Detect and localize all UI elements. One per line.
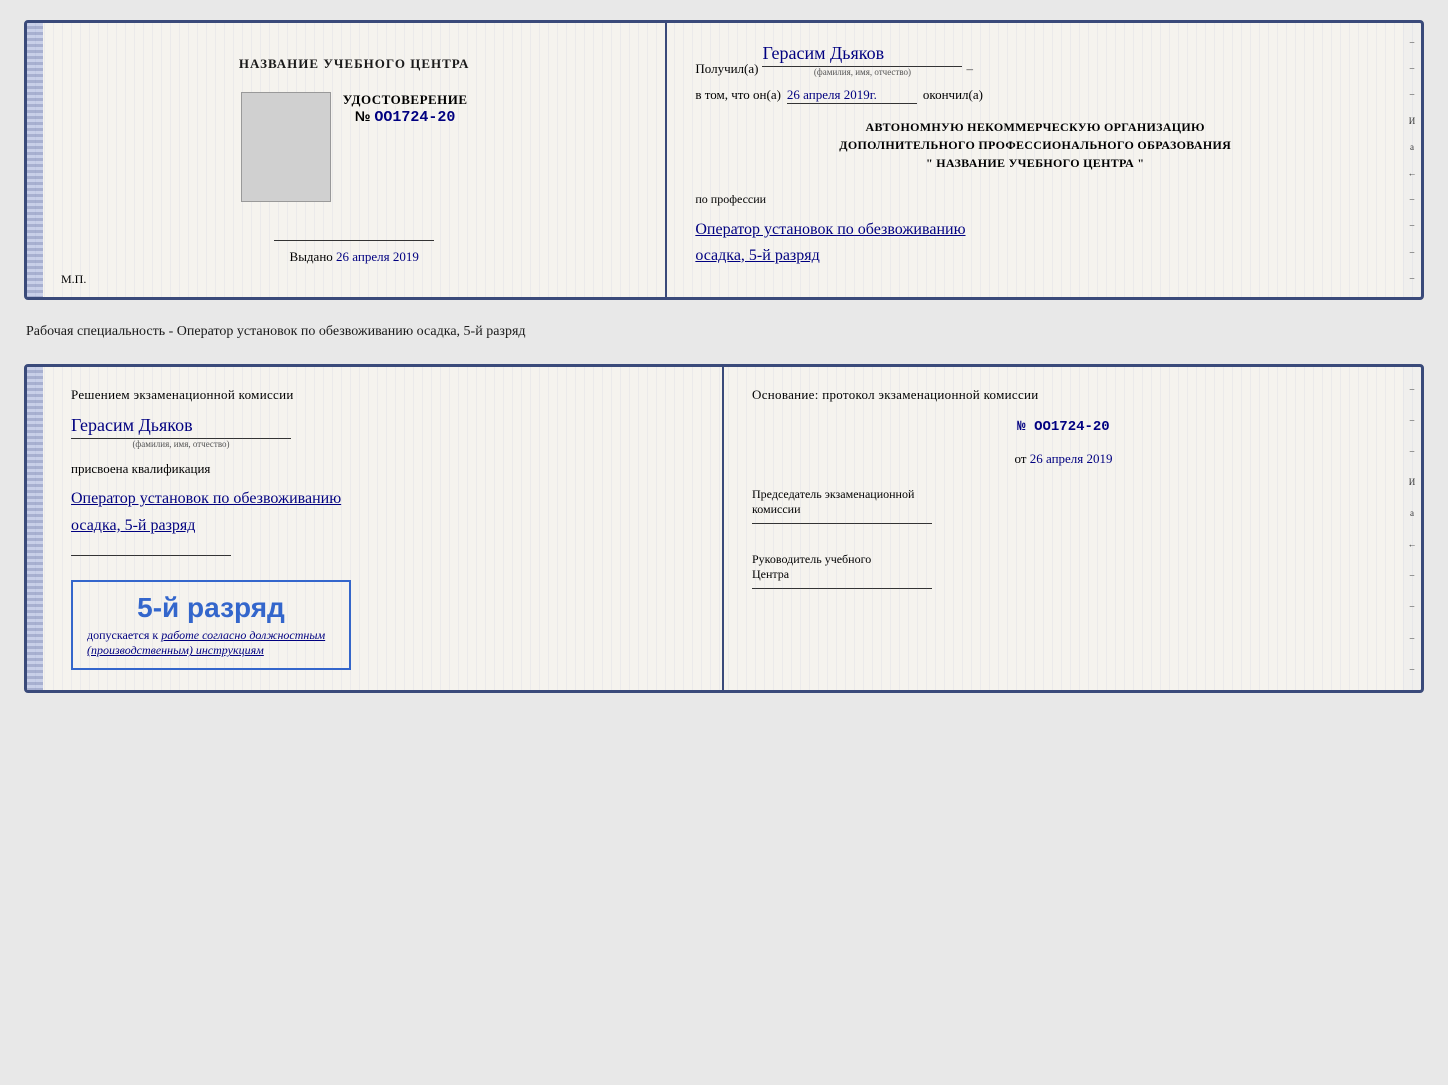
cert2-left-panel: Решением экзаменационной комиссии Гераси… xyxy=(43,367,724,690)
predsedatel-sign-line xyxy=(752,523,932,524)
vtom-line: в том, что он(а) 26 апреля 2019г. окончи… xyxy=(695,87,1375,104)
cert1-school-name: НАЗВАНИЕ УЧЕБНОГО ЦЕНТРА xyxy=(239,56,470,72)
signature-line-1 xyxy=(274,240,434,241)
professiya-label: по профессии xyxy=(695,192,1375,207)
signature-line-2 xyxy=(71,555,231,556)
profession-2: осадка, 5-й разряд xyxy=(695,243,1375,269)
rukovoditel-sign-line xyxy=(752,588,932,589)
photo-placeholder xyxy=(241,92,331,202)
certificate-1: НАЗВАНИЕ УЧЕБНОГО ЦЕНТРА УДОСТОВЕРЕНИЕ №… xyxy=(24,20,1424,300)
udost-block: УДОСТОВЕРЕНИЕ № OO1724-20 xyxy=(343,92,468,126)
vtom-date: 26 апреля 2019г. xyxy=(787,87,917,104)
vydano-date: 26 апреля 2019 xyxy=(336,249,419,264)
ot-date-block: от 26 апреля 2019 xyxy=(752,451,1375,467)
cert1-left-panel: НАЗВАНИЕ УЧЕБНОГО ЦЕНТРА УДОСТОВЕРЕНИЕ №… xyxy=(43,23,667,297)
right-edge-1: – – – И а ← – – – – xyxy=(1403,23,1421,297)
resheniem-text: Решением экзаменационной комиссии xyxy=(71,387,694,403)
prisvoena-text: присвоена квалификация xyxy=(71,461,694,477)
osnovanie-text: Основание: протокол экзаменационной коми… xyxy=(752,387,1375,403)
protocol-number: № OO1724-20 xyxy=(752,419,1375,435)
profession-block: Оператор установок по обезвоживанию осад… xyxy=(695,217,1375,268)
poluchil-line: Получил(а) Герасим Дьяков (фамилия, имя,… xyxy=(695,43,1375,77)
udost-number-value: OO1724-20 xyxy=(374,109,455,126)
recipient-name-2: Герасим Дьяков xyxy=(71,415,291,439)
stamp-box: 5-й разряд допускается к работе согласно… xyxy=(71,580,351,670)
cert2-right-panel: Основание: протокол экзаменационной коми… xyxy=(724,367,1403,690)
recipient-sublabel: (фамилия, имя, отчество) xyxy=(814,67,911,77)
stamp-dopusk-text: работе согласно должностным xyxy=(161,628,325,642)
rukovoditel-block: Руководитель учебного Центра xyxy=(752,552,1375,595)
udost-label: УДОСТОВЕРЕНИЕ xyxy=(343,92,468,108)
org-block: АВТОНОМНУЮ НЕКОММЕРЧЕСКУЮ ОРГАНИЗАЦИЮ ДО… xyxy=(695,118,1375,172)
vydano-line: Выдано 26 апреля 2019 xyxy=(290,249,419,265)
name-sublabel-2: (фамилия, имя, отчество) xyxy=(132,439,229,449)
mp-label: М.П. xyxy=(61,272,86,287)
qualification-1: Оператор установок по обезвоживанию xyxy=(71,485,694,512)
certificate-2: Решением экзаменационной комиссии Гераси… xyxy=(24,364,1424,693)
name-block-2: Герасим Дьяков (фамилия, имя, отчество) xyxy=(71,415,694,449)
stamp-dopusk-text2: (производственным) инструкциям xyxy=(87,643,335,658)
ot-date-value: 26 апреля 2019 xyxy=(1030,451,1113,466)
right-edge-2: – – – И а ← – – – – xyxy=(1403,367,1421,690)
separator-text: Рабочая специальность - Оператор установ… xyxy=(24,318,1424,346)
stamp-dopusk: допускается к работе согласно должностны… xyxy=(87,628,335,643)
left-edge-2 xyxy=(27,367,43,690)
recipient-name: Герасим Дьяков xyxy=(762,43,962,67)
udost-number: № OO1724-20 xyxy=(355,108,456,124)
qualification-2: осадка, 5-й разряд xyxy=(71,512,694,539)
predsedatel-block: Председатель экзаменационной комиссии xyxy=(752,487,1375,530)
stamp-rank: 5-й разряд xyxy=(87,592,335,624)
left-edge-1 xyxy=(27,23,43,297)
profession-1: Оператор установок по обезвоживанию xyxy=(695,217,1375,243)
cert1-right-panel: Получил(а) Герасим Дьяков (фамилия, имя,… xyxy=(667,23,1403,297)
page-wrapper: НАЗВАНИЕ УЧЕБНОГО ЦЕНТРА УДОСТОВЕРЕНИЕ №… xyxy=(24,20,1424,693)
qualification-block: Оператор установок по обезвоживанию осад… xyxy=(71,485,694,539)
